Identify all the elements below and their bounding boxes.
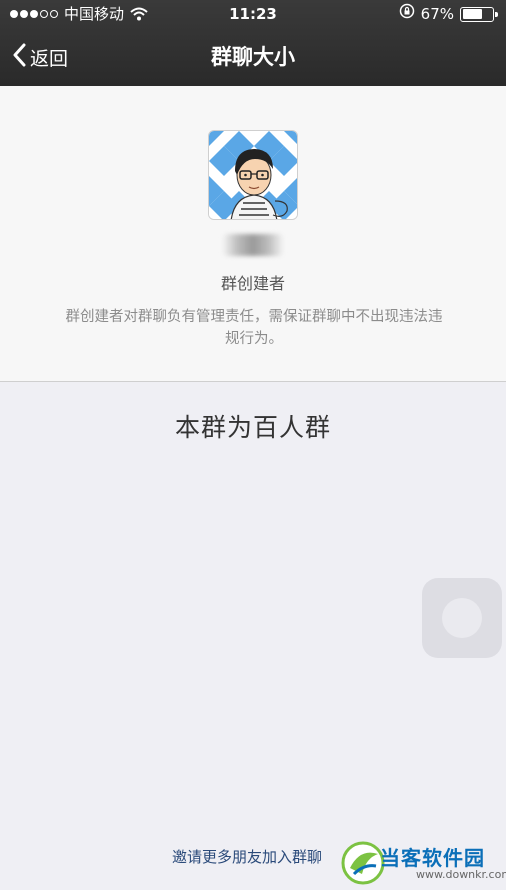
watermark-url: www.downkr.com [416,868,506,881]
group-size-text: 本群为百人群 [174,413,331,442]
owner-description: 群创建者对群聊负有管理责任，需保证群聊中不出现违法违规行为。 [65,309,443,347]
battery-percent: 67% [420,5,454,23]
page-title: 群聊大小 [211,45,295,69]
assistive-touch-button[interactable] [422,578,502,658]
owner-role-label: 群创建者 [220,274,285,293]
watermark-name: 当客软件园 [380,846,485,870]
status-bar: 中国移动 11:23 67% [0,0,506,28]
rotation-lock-icon [399,0,415,28]
top-bar: 中国移动 11:23 67% 返回 群聊大小 [0,0,506,86]
watermark: 当客软件园 www.downkr.com [340,840,506,888]
battery-icon [460,6,498,22]
status-right: 67% [399,0,498,28]
owner-card: 群创建者 群创建者对群聊负有管理责任，需保证群聊中不出现违法违规行为。 [0,86,506,382]
invite-friends-link[interactable]: 邀请更多朋友加入群聊 [172,846,322,867]
avatar[interactable] [208,130,298,220]
navigation-bar: 返回 群聊大小 [0,28,506,86]
nickname-redacted [222,234,284,256]
